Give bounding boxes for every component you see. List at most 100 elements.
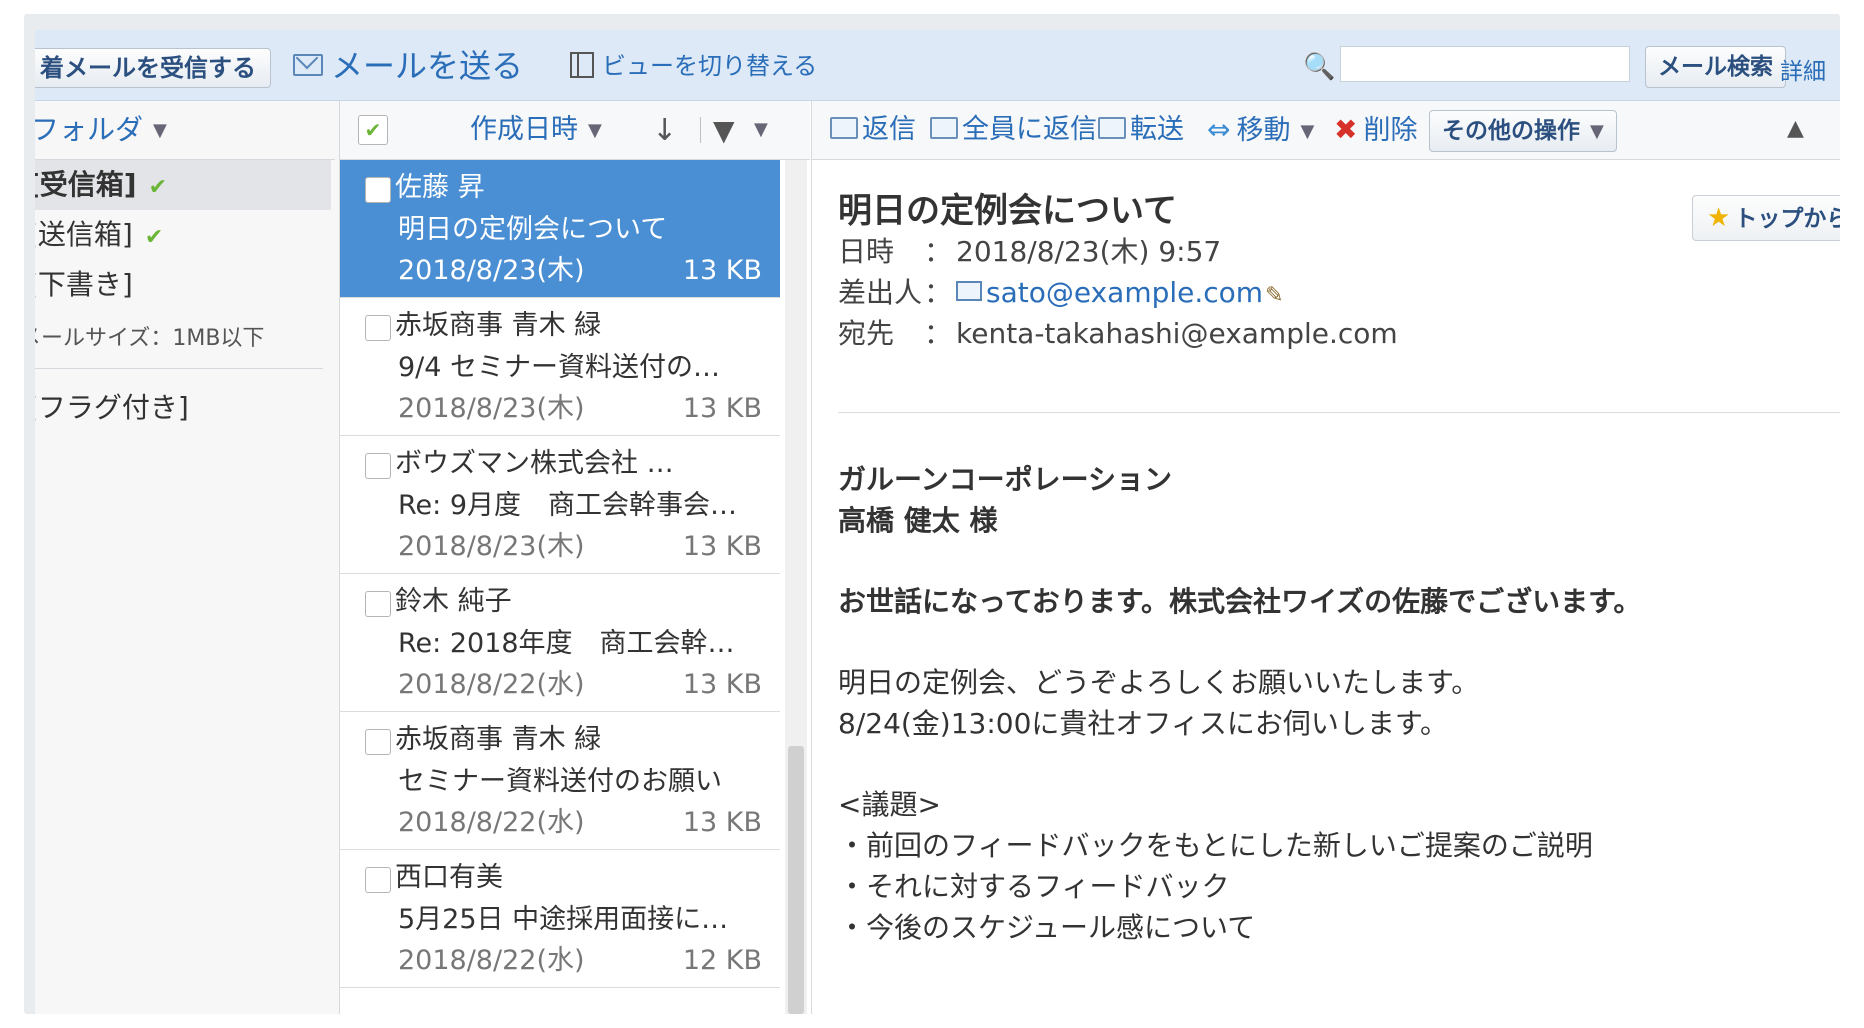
mail-date: 2018/8/22(水) <box>398 807 585 838</box>
body-company: ガルーンコーポレーション <box>838 463 1173 496</box>
mail-list-item[interactable]: ボウズマン株式会社 … Re: 9月度 商工会幹事会… 2018/8/23(木)… <box>340 436 780 574</box>
body-agenda-title: <議題> <box>838 788 941 821</box>
remove-from-top-button[interactable]: ★トップから消 <box>1692 195 1840 241</box>
move-icon: ⇔ <box>1207 113 1231 146</box>
move-label: 移動 <box>1236 115 1291 146</box>
folder-header[interactable]: フォルダ ▼ <box>35 101 335 160</box>
sort-field-label: 作成日時 <box>470 114 578 145</box>
move-button[interactable]: ⇔ 移動 ▼ <box>1207 101 1314 161</box>
mail-list-item[interactable]: 赤坂商事 青木 緑 9/4 セミナー資料送付の… 2018/8/23(木) 13… <box>340 298 780 436</box>
switch-view-link[interactable]: ビューを切り替える <box>570 44 817 88</box>
colon: ： <box>924 235 953 268</box>
more-actions-button[interactable]: その他の操作 ▼ <box>1429 110 1617 152</box>
collapse-up-icon[interactable]: ▲ <box>1787 101 1804 157</box>
mail-list-item[interactable]: 佐藤 昇 明日の定例会について 2018/8/23(木) 13 KB <box>340 160 780 298</box>
reply-icon <box>830 116 858 139</box>
chevron-down-icon: ▼ <box>1300 120 1315 142</box>
row-checkbox[interactable] <box>365 315 391 341</box>
reply-all-button[interactable]: 全員に返信 <box>930 101 1097 159</box>
mail-size: 13 KB <box>682 531 762 562</box>
colon: ： <box>924 317 953 350</box>
folder-inbox[interactable]: [受信箱] ✔ <box>35 160 331 210</box>
row-checkbox[interactable] <box>365 453 391 479</box>
sort-direction-icon[interactable]: ↓ <box>652 103 677 159</box>
mail-subject: 明日の定例会について <box>398 214 668 245</box>
folder-drafts[interactable]: [下書き] <box>35 260 331 310</box>
folder-sent[interactable]: [送信箱] ✔ <box>35 210 331 260</box>
message-title: 明日の定例会について <box>838 191 1177 231</box>
body-recipient: 高橋 健太 様 <box>838 504 998 537</box>
folder-label: [送信箱] <box>35 218 133 251</box>
mail-address-icon <box>956 281 982 301</box>
sort-field-dropdown[interactable]: 作成日時 ▼ <box>470 101 602 160</box>
detail-search-link[interactable]: 詳細 <box>1780 52 1826 86</box>
folder-label: [受信箱] <box>35 168 137 201</box>
body-line: 8/24(金)13:00に貴社オフィスにお伺いします。 <box>838 707 1449 740</box>
mail-sender: 西口有美 <box>395 862 503 893</box>
mail-list-item[interactable]: 赤坂商事 青木 緑 セミナー資料送付のお願い 2018/8/22(水) 13 K… <box>340 712 780 850</box>
chevron-down-icon[interactable]: ▼ <box>754 101 768 159</box>
header-separator <box>700 117 701 143</box>
body-greeting: お世話になっております。株式会社ワイズの佐藤でございます。 <box>838 585 1642 618</box>
mail-subject: Re: 9月度 商工会幹事会… <box>398 490 738 521</box>
delete-label: 削除 <box>1363 115 1418 146</box>
scrollbar-thumb[interactable] <box>788 746 804 1014</box>
from-address-link[interactable]: sato@example.com <box>986 276 1263 309</box>
row-checkbox[interactable] <box>365 591 391 617</box>
mail-search-button[interactable]: メール検索 <box>1645 46 1786 88</box>
date-value: 2018/8/23(木) 9:57 <box>956 235 1222 268</box>
folder-flagged[interactable]: [フラグ付き] <box>35 383 331 433</box>
mail-list-scrollbar[interactable] <box>785 160 807 1014</box>
mail-app: 着メールを受信する メールを送る ビューを切り替える 🔍 メール検索 詳細 フォ… <box>35 30 1840 1014</box>
body-line: 明日の定例会、どうぞよろしくお願いいたします。 <box>838 666 1480 699</box>
mail-sender: 佐藤 昇 <box>395 172 485 203</box>
receive-mail-button[interactable]: 着メールを受信する <box>35 48 271 88</box>
mail-sender: 鈴木 純子 <box>395 586 512 617</box>
envelope-icon <box>293 54 323 76</box>
filter-icon[interactable]: ▼ <box>713 103 735 159</box>
send-mail-link[interactable]: メールを送る <box>293 44 523 88</box>
search-input[interactable] <box>1340 46 1630 82</box>
forward-button[interactable]: 転送 <box>1098 101 1184 159</box>
folder-size-filter[interactable]: メールサイズ：1MB以下 <box>35 310 323 369</box>
check-icon: ✔ <box>144 225 164 250</box>
delete-icon: ✖ <box>1334 113 1358 146</box>
mail-list-item[interactable]: 西口有美 5月25日 中途採用面接に… 2018/8/22(水) 12 KB <box>340 850 780 988</box>
date-label: 日時 <box>838 235 895 268</box>
message-preview-pane: 返信 全員に返信 転送 ⇔ 移動 ▼ ✖ 削除 その他の操作 ▼ ▲ 明日の定例会につい… <box>811 101 1840 1014</box>
mail-size: 13 KB <box>682 669 762 700</box>
reply-label: 返信 <box>862 114 916 145</box>
address-book-icon[interactable]: ✎ <box>1265 276 1283 316</box>
more-actions-label: その他の操作 <box>1442 118 1580 144</box>
folder-pane: フォルダ ▼ [受信箱] ✔ [送信箱] ✔ [下書き] メールサイズ：1MB以下 [… <box>35 101 340 1014</box>
mail-sender: ボウズマン株式会社 … <box>395 448 674 479</box>
top-toolbar: 着メールを受信する メールを送る ビューを切り替える 🔍 メール検索 詳細 <box>35 30 1840 101</box>
forward-icon <box>1098 116 1126 139</box>
body-agenda-item: ・今後のスケジュール感について <box>838 911 1256 944</box>
header-divider <box>838 412 1840 413</box>
mail-subject: Re: 2018年度 商工会幹… <box>398 628 735 659</box>
body-agenda-item: ・前回のフィードバックをもとにした新しいご提案のご説明 <box>838 829 1593 862</box>
message-action-bar: 返信 全員に返信 転送 ⇔ 移動 ▼ ✖ 削除 その他の操作 ▼ ▲ <box>812 101 1840 160</box>
select-all-checkbox[interactable]: ✔ <box>358 115 388 145</box>
mail-date: 2018/8/23(木) <box>398 531 585 562</box>
view-icon <box>570 52 594 78</box>
to-value: kenta-takahashi@example.com <box>956 317 1398 350</box>
message-date-row: 日時 ： 2018/8/23(木) 9:57 <box>838 232 1221 272</box>
colon: ： <box>924 276 953 309</box>
search-icon: 🔍 <box>1303 52 1336 82</box>
mail-list-item[interactable]: 鈴木 純子 Re: 2018年度 商工会幹… 2018/8/22(水) 13 K… <box>340 574 780 712</box>
delete-button[interactable]: ✖ 削除 <box>1334 101 1417 160</box>
folder-label: [下書き] <box>35 268 133 301</box>
reply-button[interactable]: 返信 <box>830 101 916 159</box>
row-checkbox[interactable] <box>365 729 391 755</box>
mail-size: 13 KB <box>682 807 762 838</box>
mail-date: 2018/8/23(木) <box>398 255 585 286</box>
row-checkbox[interactable] <box>365 867 391 893</box>
chevron-down-icon: ▼ <box>1590 120 1604 142</box>
from-label: 差出人 <box>838 276 923 309</box>
remove-from-top-label: トップから消 <box>1734 206 1840 232</box>
mail-subject: 9/4 セミナー資料送付の… <box>398 352 721 383</box>
mail-size: 13 KB <box>682 255 762 286</box>
row-checkbox[interactable] <box>365 177 391 203</box>
